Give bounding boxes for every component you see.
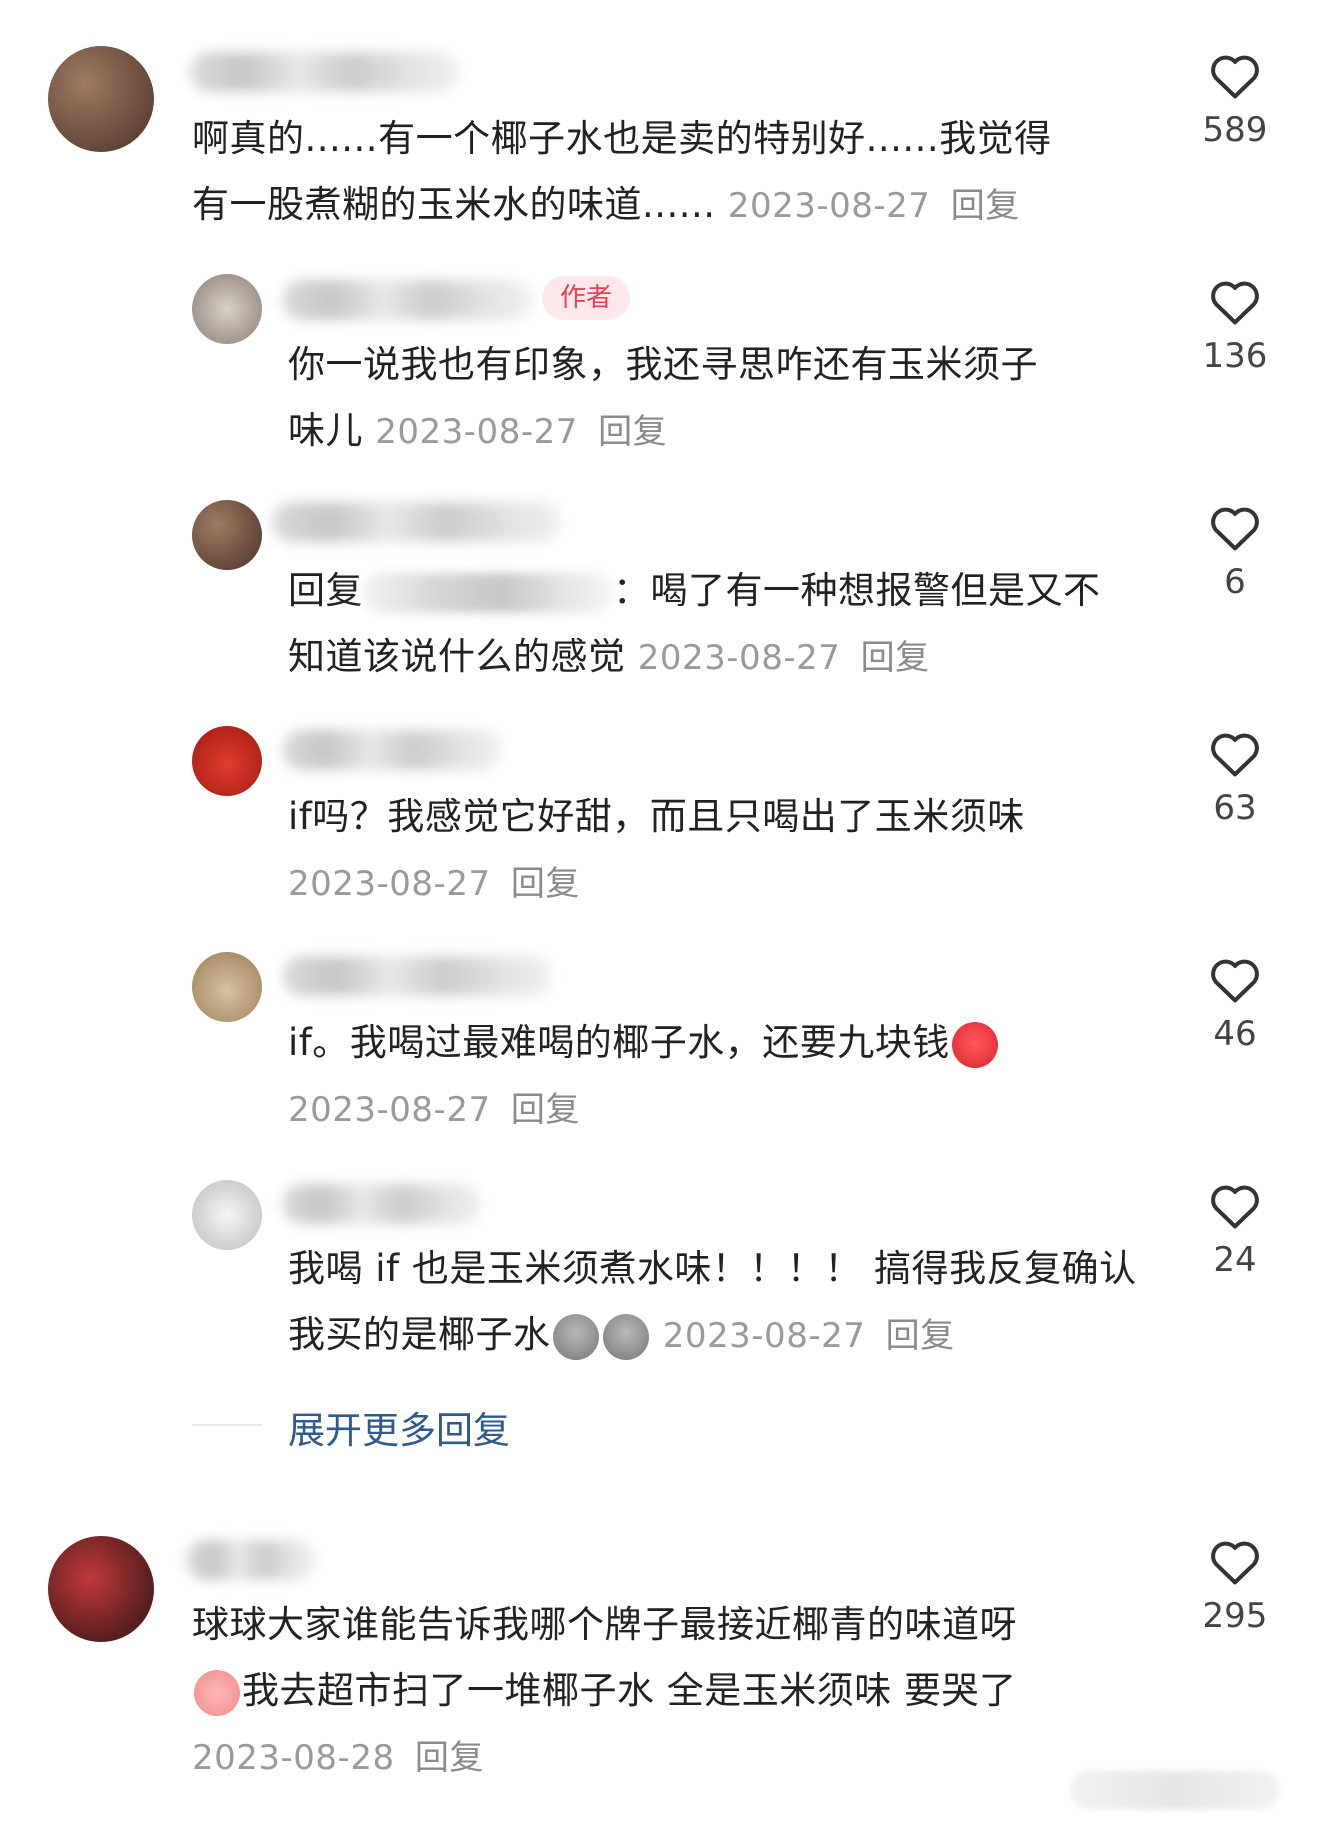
- comment-body: 球球大家谁能告诉我哪个牌子最接近椰青的味道呀: [192, 1603, 1017, 1646]
- username-blurred[interactable]: [282, 730, 502, 770]
- username-blurred[interactable]: [190, 52, 460, 92]
- expand-divider: [192, 1424, 262, 1426]
- like-count: 24: [1213, 1240, 1257, 1280]
- avatar[interactable]: [192, 726, 262, 796]
- comment-date: 2023-08-28: [192, 1738, 395, 1778]
- potato-emoji-icon: [552, 1313, 599, 1360]
- comment-body: ：喝了有一种想报警但是又不: [613, 569, 1101, 612]
- like-button[interactable]: 6: [1180, 502, 1290, 602]
- reply-prefix: 回复: [288, 569, 363, 612]
- like-button[interactable]: 46: [1180, 954, 1290, 1054]
- username-blurred[interactable]: [282, 280, 532, 320]
- reply-link[interactable]: 回复: [511, 864, 580, 904]
- avatar[interactable]: [192, 1180, 262, 1250]
- comment-text: 回复 ：喝了有一种想报警但是又不 知道该说什么的感觉 2023-08-27 回复: [288, 558, 1168, 691]
- comment-body-line2: 有一股煮糊的玉米水的味道......: [192, 183, 716, 226]
- comment-text: 球球大家谁能告诉我哪个牌子最接近椰青的味道呀 我去超市扫了一堆椰子水 全是玉米须…: [192, 1592, 1152, 1791]
- reply-link[interactable]: 回复: [886, 1316, 955, 1356]
- like-count: 589: [1202, 110, 1268, 150]
- comment-date: 2023-08-27: [375, 412, 578, 452]
- comment-text: 啊真的......有一个椰子水也是卖的特别好......我觉得 有一股煮糊的玉米…: [192, 106, 1172, 239]
- author-tag: 作者: [542, 276, 631, 320]
- username-blurred[interactable]: [282, 1184, 482, 1224]
- reply-link[interactable]: 回复: [861, 638, 930, 678]
- heart-icon: [1211, 733, 1259, 777]
- comment-body: if吗？我感觉它好甜，而且只喝出了玉米须味: [288, 795, 1025, 838]
- like-button[interactable]: 63: [1180, 728, 1290, 828]
- comment-text: if。我喝过最难喝的椰子水，还要九块钱 2023-08-27 回复: [288, 1010, 1168, 1143]
- like-count: 63: [1213, 788, 1257, 828]
- potato-emoji-icon: [602, 1313, 649, 1360]
- heart-icon: [1211, 959, 1259, 1003]
- avatar[interactable]: [48, 46, 154, 152]
- like-button[interactable]: 136: [1180, 276, 1290, 376]
- watermark-blurred: [1070, 1771, 1280, 1809]
- comment-text: if吗？我感觉它好甜，而且只喝出了玉米须味 2023-08-27 回复: [288, 784, 1168, 917]
- like-count: 46: [1213, 1014, 1257, 1054]
- heart-icon: [1211, 1185, 1259, 1229]
- comment-body: if。我喝过最难喝的椰子水，还要九块钱: [288, 1021, 950, 1064]
- avatar[interactable]: [192, 500, 262, 570]
- comment-date: 2023-08-27: [662, 1316, 866, 1356]
- like-count: 136: [1202, 336, 1268, 376]
- reply-link[interactable]: 回复: [415, 1738, 484, 1778]
- avatar[interactable]: [48, 1536, 154, 1642]
- crying-peach-emoji-icon: [194, 1669, 240, 1716]
- like-button[interactable]: 295: [1180, 1536, 1290, 1636]
- like-count: 295: [1202, 1596, 1268, 1636]
- like-button[interactable]: 589: [1180, 50, 1290, 150]
- comment-text: 我喝 if 也是玉米须煮水味！！！！ 搞得我反复确认 我买的是椰子水 2023-…: [288, 1236, 1168, 1369]
- avatar[interactable]: [192, 952, 262, 1022]
- comment-body: 啊真的......有一个椰子水也是卖的特别好......我觉得: [192, 117, 1052, 160]
- heart-icon: [1211, 55, 1259, 99]
- reply-link[interactable]: 回复: [951, 186, 1020, 226]
- heart-icon: [1211, 281, 1259, 325]
- comment-body: 我喝 if 也是玉米须煮水味！！！！ 搞得我反复确认: [288, 1247, 1137, 1290]
- comment-body-line2: 味儿: [288, 409, 363, 452]
- comment-date: 2023-08-27: [288, 864, 491, 904]
- comment-body-line2: 我买的是椰子水: [288, 1313, 551, 1356]
- reply-link[interactable]: 回复: [511, 1090, 580, 1130]
- username-blurred[interactable]: [282, 956, 552, 996]
- heart-icon: [1211, 507, 1259, 551]
- expand-more-replies[interactable]: 展开更多回复: [288, 1400, 510, 1454]
- like-button[interactable]: 24: [1180, 1180, 1290, 1280]
- like-count: 6: [1224, 562, 1246, 602]
- mention-blurred[interactable]: [363, 572, 613, 613]
- comment-date: 2023-08-27: [727, 186, 931, 226]
- comment-date: 2023-08-27: [637, 638, 841, 678]
- heart-icon: [1211, 1541, 1259, 1585]
- comment-body-line2: 知道该说什么的感觉: [288, 635, 626, 678]
- username-blurred[interactable]: [272, 502, 562, 542]
- reply-link[interactable]: 回复: [598, 412, 667, 452]
- comment-date: 2023-08-27: [288, 1090, 491, 1130]
- comment-body: 你一说我也有印象，我还寻思咋还有玉米须子: [288, 343, 1038, 386]
- avatar[interactable]: [192, 274, 262, 344]
- username-blurred[interactable]: [186, 1540, 316, 1580]
- comment-body-line2: 我去超市扫了一堆椰子水 全是玉米须味 要哭了: [242, 1669, 1017, 1712]
- angry-face-emoji-icon: [951, 1021, 998, 1068]
- comment-text: 你一说我也有印象，我还寻思咋还有玉米须子 味儿 2023-08-27 回复: [288, 332, 1168, 465]
